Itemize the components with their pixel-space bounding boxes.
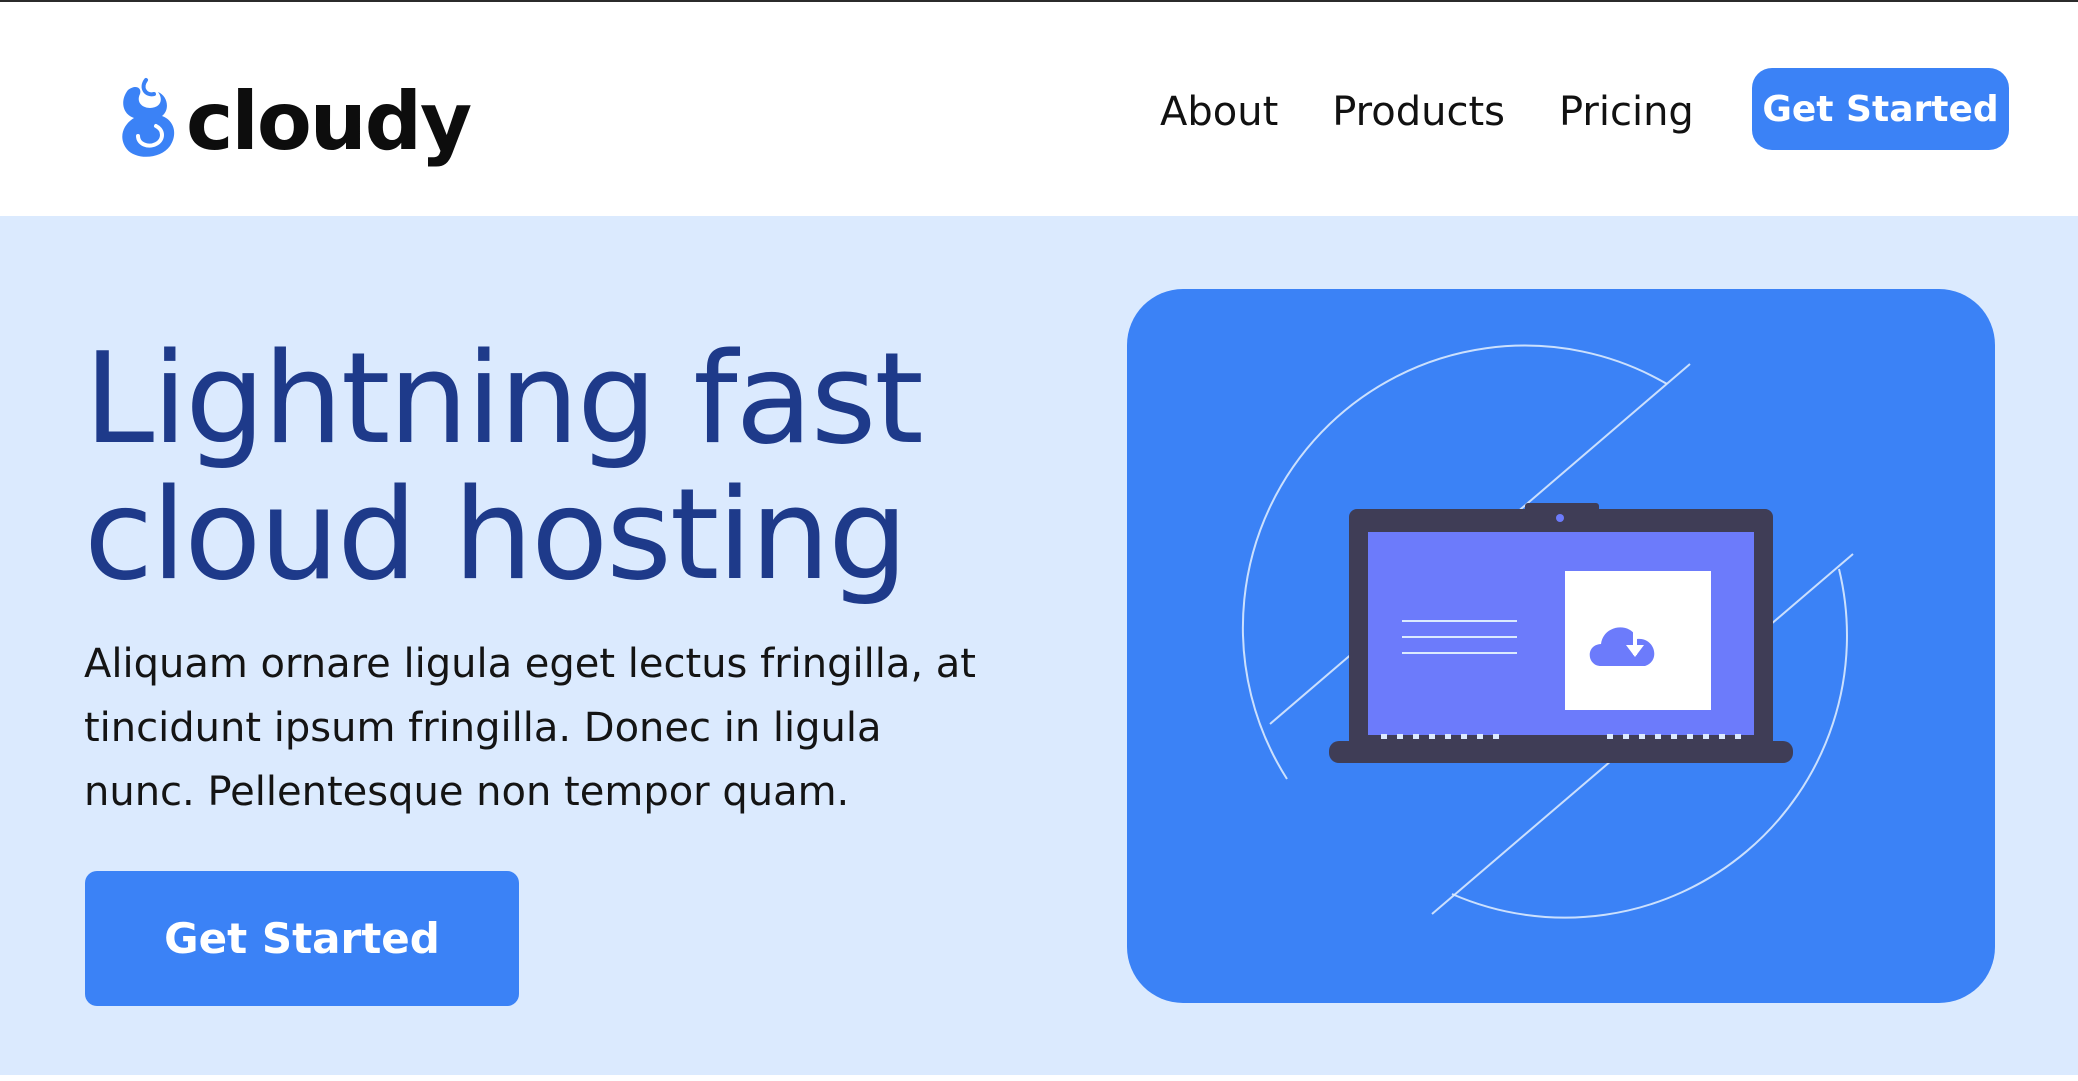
header-get-started-button[interactable]: Get Started	[1752, 68, 2009, 150]
laptop-camera	[1556, 514, 1564, 522]
laptop-base	[1329, 741, 1793, 763]
swirl-logo-icon	[122, 78, 175, 157]
main-nav: About Products Pricing	[1160, 84, 1748, 140]
hero-description: Aliquam ornare ligula eget lectus fringi…	[84, 641, 976, 815]
hero-title: Lightning fast cloud hosting	[84, 331, 1104, 603]
page-bottom-strip	[0, 1075, 2078, 1081]
hero-section: Lightning fast cloud hosting Aliquam orn…	[0, 216, 2078, 1075]
site-header: cloudy About Products Pricing Get Starte…	[0, 2, 2078, 216]
nav-products[interactable]: Products	[1332, 89, 1505, 135]
nav-about[interactable]: About	[1160, 89, 1278, 135]
laptop-illustration	[1241, 344, 1854, 919]
laptop-camera-bar	[1525, 503, 1599, 513]
hero-title-line-1: Lightning fast	[84, 325, 924, 472]
brand[interactable]: cloudy	[116, 64, 472, 174]
hero-get-started-button[interactable]: Get Started	[85, 871, 519, 1006]
hero-title-line-2: cloud hosting	[84, 461, 908, 608]
hero-illustration	[1127, 289, 1995, 1003]
brand-name: cloudy	[186, 75, 472, 168]
nav-pricing[interactable]: Pricing	[1559, 89, 1694, 135]
